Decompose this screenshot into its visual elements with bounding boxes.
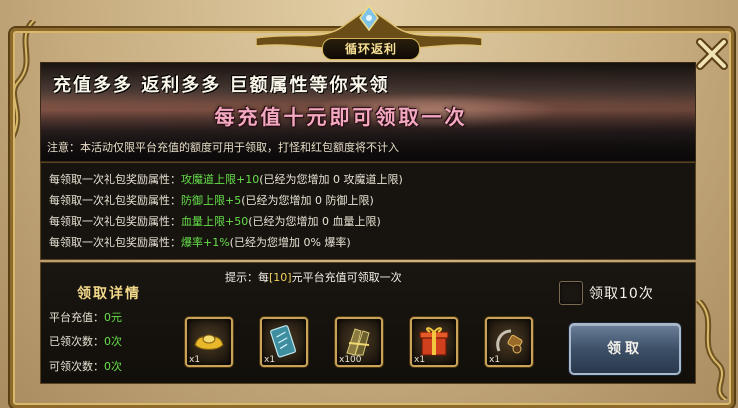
- reward-item-slot[interactable]: x1: [410, 317, 458, 367]
- reward-item-slot[interactable]: x1: [260, 317, 308, 367]
- reward-progress: (已经为您增加 0% 爆率): [229, 236, 351, 249]
- event-window: 循环返利 充值多多 返利多多 巨额属性等你来领 每充值十元即可领取一次 注意：本…: [0, 0, 738, 408]
- promo-banner: 充值多多 返利多多 巨额属性等你来领 每充值十元即可领取一次 注意：本活动仅限平…: [40, 62, 696, 162]
- details-title: 领取详情: [77, 286, 141, 302]
- reward-row: 每领取一次礼包奖励属性：爆率+1%(已经为您增加 0% 爆率): [49, 234, 351, 252]
- hint-after: 元平台充值可领取一次: [291, 271, 402, 284]
- bundle-icon: [346, 328, 370, 356]
- hint-before: 提示：每: [225, 271, 269, 284]
- reward-progress: (已经为您增加 0 防御上限): [241, 194, 374, 207]
- reward-item-slot[interactable]: x1: [185, 317, 233, 367]
- reward-prefix: 每领取一次礼包奖励属性：: [49, 215, 181, 228]
- reward-progress: (已经为您增加 0 攻魔道上限): [259, 173, 403, 186]
- available-label: 可领次数：: [49, 360, 104, 373]
- banner-subline: 每充值十元即可领取一次: [214, 105, 468, 129]
- reward-prefix: 每领取一次礼包奖励属性：: [49, 236, 181, 249]
- reward-prefix: 每领取一次礼包奖励属性：: [49, 173, 181, 186]
- reward-attribute-list: 每领取一次礼包奖励属性：攻魔道上限+10(已经为您增加 0 攻魔道上限) 每领取…: [40, 162, 696, 260]
- banner-note: 注意：本活动仅限平台充值的额度可用于领取，打怪和红包额度将不计入: [47, 141, 399, 154]
- recharge-label: 平台充值：: [49, 311, 104, 324]
- reward-bonus: 攻魔道上限+10: [181, 173, 260, 186]
- gift-box-icon: [419, 327, 449, 356]
- hint-text: 提示：每[10]元平台充值可领取一次: [225, 269, 402, 285]
- reward-prefix: 每领取一次礼包奖励属性：: [49, 194, 181, 207]
- reward-row: 每领取一次礼包奖励属性：血量上限+50(已经为您增加 0 血量上限): [49, 213, 381, 231]
- reward-bonus: 爆率+1%: [181, 236, 230, 249]
- gold-ingot-icon: [194, 334, 224, 351]
- item-qty: x100: [339, 355, 362, 365]
- reward-item-slot[interactable]: x1: [485, 317, 533, 367]
- hook-tool-icon: [496, 329, 523, 354]
- claim-ten-label[interactable]: 领取10次: [589, 283, 654, 303]
- item-qty: x1: [189, 355, 201, 365]
- recharge-value: 0元: [104, 311, 122, 324]
- claimed-label: 已领次数：: [49, 335, 104, 348]
- reward-row: 每领取一次礼包奖励属性：攻魔道上限+10(已经为您增加 0 攻魔道上限): [49, 171, 403, 189]
- window-title: 循环返利: [322, 38, 420, 60]
- reward-bonus: 血量上限+50: [181, 215, 249, 228]
- available-value: 0次: [104, 360, 122, 373]
- reward-row: 每领取一次礼包奖励属性：防御上限+5(已经为您增加 0 防御上限): [49, 192, 374, 210]
- banner-headline: 充值多多 返利多多 巨额属性等你来领: [53, 75, 390, 96]
- item-qty: x1: [414, 355, 426, 365]
- claim-button[interactable]: 领取: [569, 323, 681, 375]
- claimed-value: 0次: [104, 335, 122, 348]
- available-row: 可领次数：0次: [49, 358, 122, 374]
- claimed-row: 已领次数：0次: [49, 333, 122, 349]
- scroll-ticket-icon: [270, 325, 297, 358]
- close-icon[interactable]: [692, 34, 732, 74]
- claim-panel: 领取详情 平台充值：0元 已领次数：0次 可领次数：0次 提示：每[10]元平台…: [40, 262, 696, 384]
- hint-amount: [10]: [269, 271, 292, 284]
- reward-item-slot[interactable]: x100: [335, 317, 383, 367]
- reward-progress: (已经为您增加 0 血量上限): [248, 215, 381, 228]
- item-qty: x1: [489, 355, 501, 365]
- recharge-row: 平台充值：0元: [49, 309, 122, 325]
- claim-ten-checkbox[interactable]: [559, 281, 583, 305]
- item-qty: x1: [264, 355, 276, 365]
- reward-bonus: 防御上限+5: [181, 194, 242, 207]
